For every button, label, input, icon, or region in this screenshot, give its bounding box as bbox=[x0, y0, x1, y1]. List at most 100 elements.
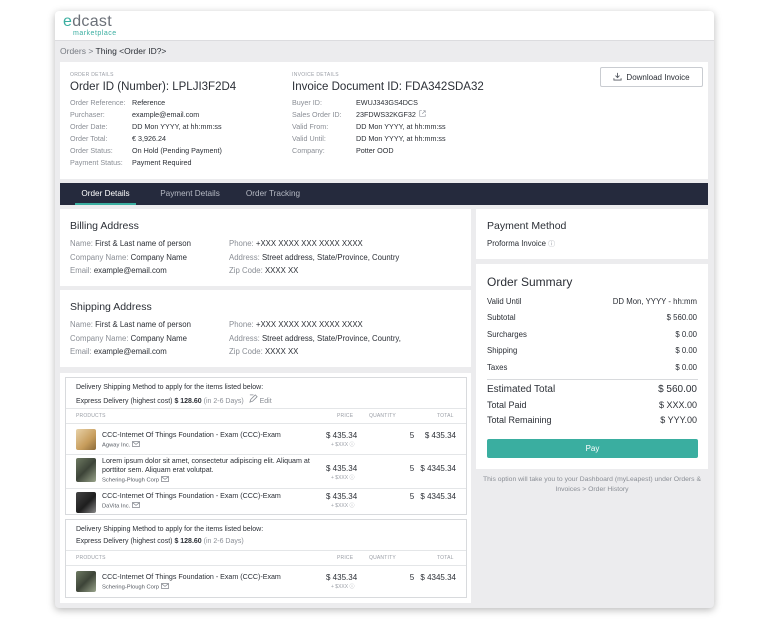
edit-shipping-button[interactable]: Edit bbox=[248, 394, 272, 405]
mail-icon[interactable] bbox=[131, 441, 140, 449]
summary-estimated-total: Estimated Total $ 560.00 bbox=[487, 384, 697, 395]
divider bbox=[66, 550, 466, 551]
field-value: 23FDWS32KGF32 bbox=[356, 110, 416, 119]
summary-surcharges: Surcharges $ 0.00 bbox=[487, 330, 697, 339]
shipping-left-fields: Name: First & Last name of person Compan… bbox=[70, 318, 191, 359]
product-row[interactable]: CCC-Internet Of Things Foundation - Exam… bbox=[66, 567, 466, 596]
summary-value: $ 560.00 bbox=[658, 384, 697, 395]
payment-method-value: Proforma Invoice bbox=[487, 239, 546, 248]
mail-icon[interactable] bbox=[131, 502, 140, 510]
edit-label: Edit bbox=[259, 397, 272, 405]
field-value: XXXX XX bbox=[264, 266, 299, 275]
invoice-field-row: Sales Order ID: 23FDWS32KGF32 bbox=[292, 109, 446, 121]
invoice-field-row: Buyer ID: EWUJ343GS4DCS bbox=[292, 97, 446, 109]
field-value: Company Name bbox=[130, 333, 188, 343]
vendor-name: Agway Inc. bbox=[102, 442, 131, 449]
price-extra-value: + $XXX bbox=[331, 475, 349, 481]
shipping-method-name: Express Delivery (highest cost) bbox=[76, 538, 173, 545]
tab-payment-details[interactable]: Payment Details bbox=[157, 183, 223, 205]
field-value: Potter OOD bbox=[356, 146, 394, 155]
field-value: +XXX XXXX XXX XXXX XXXX bbox=[255, 239, 363, 248]
product-row[interactable]: Lorem ipsum dolor sit amet, consectetur … bbox=[66, 455, 466, 488]
summary-valid-until: Valid Until DD Mon, YYYY - hh:mm bbox=[487, 297, 697, 306]
product-thumbnail bbox=[76, 458, 96, 482]
order-summary-card: Order Summary Valid Until DD Mon, YYYY - … bbox=[476, 264, 708, 469]
field-label: Sales Order ID: bbox=[292, 110, 342, 119]
summary-label: Valid Until bbox=[487, 297, 522, 306]
info-icon[interactable]: ⓘ bbox=[548, 241, 555, 248]
field-label: Purchaser: bbox=[70, 110, 105, 119]
field-value: example@email.com bbox=[93, 266, 167, 275]
field-label: Company Name: bbox=[70, 333, 129, 343]
product-name: Lorem ipsum dolor sit amet, consectetur … bbox=[102, 457, 310, 474]
shipping-phone-row: Phone: +XXX XXXX XXX XXXX XXXX bbox=[229, 318, 401, 332]
shipping-name-row: Name: First & Last name of person bbox=[70, 318, 191, 332]
product-row[interactable]: CCC-Internet Of Things Foundation - Exam… bbox=[66, 425, 466, 454]
product-price-extra: + $XXX ⓘ bbox=[331, 502, 355, 509]
billing-email-row: Email: example@email.com bbox=[70, 264, 191, 278]
col-products: PRODUCTS bbox=[76, 413, 106, 419]
info-icon[interactable]: ⓘ bbox=[350, 475, 355, 481]
product-thumbnail bbox=[76, 571, 96, 592]
invoice-field-row: Valid From: DD Mon YYYY, at hh:mm:ss bbox=[292, 121, 446, 133]
mail-icon[interactable] bbox=[160, 583, 169, 591]
divider bbox=[66, 423, 466, 424]
field-label: Phone: bbox=[229, 320, 254, 329]
shipping-method-line: Delivery Shipping Method to apply for th… bbox=[76, 384, 264, 391]
field-value: example@email.com bbox=[132, 110, 200, 119]
invoice-field-row: Company: Potter OOD bbox=[292, 145, 446, 157]
order-details-label: ORDER DETAILS bbox=[70, 72, 114, 78]
breadcrumb: Orders > Thing <Order ID?> bbox=[60, 46, 166, 56]
shipping-address-title: Shipping Address bbox=[70, 301, 152, 313]
product-price: $ 435.34 bbox=[326, 464, 358, 473]
shipping-right-fields: Phone: +XXX XXXX XXX XXXX XXXX Address: … bbox=[229, 318, 401, 359]
product-quantity: 5 bbox=[409, 431, 415, 440]
product-row[interactable]: CCC-Internet Of Things Foundation - Exam… bbox=[66, 488, 466, 517]
field-value: First & Last name of person bbox=[95, 320, 191, 329]
breadcrumb-orders-link[interactable]: Orders bbox=[60, 46, 86, 56]
order-items-card: Delivery Shipping Method to apply for th… bbox=[60, 373, 471, 603]
field-value: On Hold (Pending Payment) bbox=[132, 146, 222, 155]
info-icon[interactable]: ⓘ bbox=[350, 503, 355, 509]
field-value: DD Mon YYYY, at hh:mm:ss bbox=[356, 134, 446, 143]
col-quantity: QUANTITY bbox=[369, 413, 396, 419]
shipping-method-cost: $ 128.60 bbox=[174, 538, 202, 545]
shipping-zip-row: Zip Code: XXXX XX bbox=[229, 345, 401, 359]
shipping-method-detail: Express Delivery (highest cost) $ 128.60… bbox=[76, 394, 272, 408]
billing-zip-row: Zip Code: XXXX XX bbox=[229, 264, 399, 278]
product-total: $ 4345.34 bbox=[420, 573, 456, 582]
summary-value: $ 560.00 bbox=[666, 313, 697, 322]
order-field-row: Order Total: € 3,926.24 bbox=[70, 133, 222, 145]
invoice-fields: Buyer ID: EWUJ343GS4DCS Sales Order ID: 23… bbox=[292, 97, 446, 157]
edcast-logo[interactable]: edcast marketplace bbox=[63, 14, 117, 38]
summary-label: Estimated Total bbox=[487, 384, 556, 395]
billing-company-row: Company Name: Company Name bbox=[70, 251, 191, 265]
order-field-row: Order Date: DD Mon YYYY, at hh:mm:ss bbox=[70, 121, 222, 133]
product-thumbnail bbox=[76, 429, 96, 450]
pay-button[interactable]: Pay bbox=[487, 439, 698, 458]
product-price-extra: + $XXX ⓘ bbox=[331, 474, 355, 481]
external-link-icon[interactable] bbox=[419, 109, 426, 121]
tab-order-tracking[interactable]: Order Tracking bbox=[243, 183, 303, 205]
field-label: Name: bbox=[70, 239, 93, 248]
field-label: Payment Status: bbox=[70, 158, 123, 167]
product-name: CCC-Internet Of Things Foundation - Exam… bbox=[102, 492, 281, 500]
info-icon[interactable]: ⓘ bbox=[350, 442, 355, 448]
payment-method-title: Payment Method bbox=[487, 220, 567, 232]
mail-icon[interactable] bbox=[160, 476, 169, 484]
summary-label: Total Paid bbox=[487, 400, 527, 410]
edit-icon bbox=[248, 394, 258, 408]
info-icon[interactable]: ⓘ bbox=[350, 584, 355, 590]
summary-taxes: Taxes $ 0.00 bbox=[487, 363, 697, 372]
billing-address-row: Address: Street address, State/Province,… bbox=[229, 251, 399, 265]
field-label: Address: bbox=[229, 252, 260, 262]
order-fields: Order Reference: Reference Purchaser: exam… bbox=[70, 97, 222, 169]
field-label: Order Date: bbox=[70, 122, 108, 131]
download-invoice-button[interactable]: Download Invoice bbox=[600, 67, 703, 87]
col-price: PRICE bbox=[337, 413, 354, 419]
shipping-group: Delivery Shipping Method to apply for th… bbox=[65, 377, 467, 515]
field-value: example@email.com bbox=[93, 347, 167, 356]
tab-order-details[interactable]: Order Details bbox=[75, 183, 136, 205]
product-price: $ 435.34 bbox=[326, 492, 358, 501]
col-total: TOTAL bbox=[437, 413, 454, 419]
